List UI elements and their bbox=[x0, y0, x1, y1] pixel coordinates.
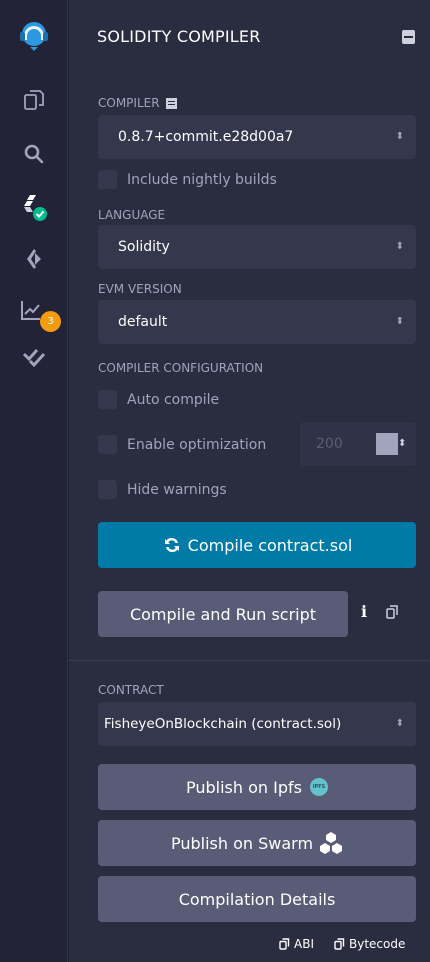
hide-warnings-label: Hide warnings bbox=[127, 481, 227, 498]
runs-value: 200 bbox=[316, 436, 343, 452]
publish-swarm-button[interactable]: Publish on Swarm bbox=[98, 820, 416, 866]
swarm-icon bbox=[320, 832, 343, 854]
compiler-version-value: 0.8.7+commit.e28d00a7 bbox=[118, 129, 294, 145]
compiler-label: COMPILER bbox=[98, 96, 160, 110]
contract-label: CONTRACT bbox=[98, 683, 164, 697]
analysis-badge: 3 bbox=[40, 311, 61, 332]
panel-toggle-icon[interactable] bbox=[402, 30, 415, 44]
evm-version-select[interactable]: default ⬍ bbox=[98, 300, 416, 344]
remix-logo-icon[interactable] bbox=[16, 16, 52, 52]
select-arrows-icon: ⬍ bbox=[395, 131, 404, 142]
panel-title: SOLIDITY COMPILER bbox=[97, 27, 261, 46]
compile-button-label: Compile contract.sol bbox=[187, 535, 353, 555]
evm-version-value: default bbox=[118, 314, 168, 330]
publish-ipfs-button[interactable]: Publish on Ipfs IPFS bbox=[98, 764, 416, 810]
config-label: COMPILER CONFIGURATION bbox=[98, 361, 264, 375]
publish-swarm-label: Publish on Swarm bbox=[170, 833, 314, 853]
publish-ipfs-label: Publish on Ipfs bbox=[186, 777, 302, 797]
icon-sidebar: 3 bbox=[0, 0, 68, 962]
abi-label: ABI bbox=[294, 937, 314, 951]
copy-icon[interactable] bbox=[386, 604, 399, 623]
compiler-info-icon[interactable] bbox=[165, 97, 177, 109]
ipfs-icon: IPFS bbox=[309, 778, 328, 796]
bytecode-label: Bytecode bbox=[349, 937, 406, 951]
compile-run-button[interactable]: Compile and Run script bbox=[98, 591, 348, 637]
search-icon[interactable] bbox=[18, 138, 50, 170]
test-icon[interactable] bbox=[18, 342, 50, 374]
abi-link[interactable]: ABI bbox=[279, 937, 314, 951]
enable-optimization-label: Enable optimization bbox=[127, 436, 267, 453]
contract-value: FisheyeOnBlockchain (contract.sol) bbox=[104, 716, 342, 732]
evm-label: EVM VERSION bbox=[98, 282, 182, 296]
language-label: LANGUAGE bbox=[98, 208, 166, 222]
compiler-label-row: COMPILER bbox=[98, 96, 177, 110]
auto-compile-label: Auto compile bbox=[127, 391, 220, 408]
solidity-compiler-icon[interactable] bbox=[18, 191, 50, 223]
auto-compile-checkbox[interactable] bbox=[98, 390, 117, 409]
runs-stepper-arrows-icon: ⬍ bbox=[398, 438, 407, 449]
runs-stepper[interactable] bbox=[376, 433, 398, 455]
select-arrows-icon: ⬍ bbox=[395, 316, 404, 327]
nightly-builds-checkbox[interactable] bbox=[98, 170, 117, 189]
language-select[interactable]: Solidity ⬍ bbox=[98, 225, 416, 269]
enable-optimization-checkbox[interactable] bbox=[98, 435, 117, 454]
copy-bytecode-icon bbox=[334, 938, 345, 950]
info-icon[interactable]: i bbox=[361, 602, 367, 621]
nightly-builds-row[interactable]: Include nightly builds bbox=[98, 170, 277, 189]
panel-divider bbox=[69, 660, 430, 661]
copy-abi-icon bbox=[279, 938, 290, 950]
enable-optimization-row[interactable]: Enable optimization bbox=[98, 435, 266, 454]
contract-select[interactable]: FisheyeOnBlockchain (contract.sol) ⬍ bbox=[98, 702, 416, 746]
compilation-details-label: Compilation Details bbox=[178, 889, 336, 909]
select-arrows-icon: ⬍ bbox=[395, 718, 404, 729]
file-explorer-icon[interactable] bbox=[18, 84, 50, 116]
runs-input[interactable]: 200 ⬍ bbox=[300, 422, 416, 466]
language-value: Solidity bbox=[118, 239, 170, 255]
compile-button[interactable]: Compile contract.sol bbox=[98, 522, 416, 568]
hide-warnings-checkbox[interactable] bbox=[98, 480, 117, 499]
compilation-details-button[interactable]: Compilation Details bbox=[98, 876, 416, 922]
select-arrows-icon: ⬍ bbox=[395, 241, 404, 252]
deploy-run-icon[interactable] bbox=[18, 243, 50, 275]
compiler-version-select[interactable]: 0.8.7+commit.e28d00a7 ⬍ bbox=[98, 115, 416, 159]
refresh-icon bbox=[164, 537, 179, 553]
compile-run-label: Compile and Run script bbox=[129, 604, 317, 624]
nightly-builds-label: Include nightly builds bbox=[127, 171, 277, 188]
hide-warnings-row[interactable]: Hide warnings bbox=[98, 480, 227, 499]
compiler-panel: SOLIDITY COMPILER COMPILER 0.8.7+commit.… bbox=[69, 0, 430, 962]
auto-compile-row[interactable]: Auto compile bbox=[98, 390, 219, 409]
bytecode-link[interactable]: Bytecode bbox=[334, 937, 405, 951]
